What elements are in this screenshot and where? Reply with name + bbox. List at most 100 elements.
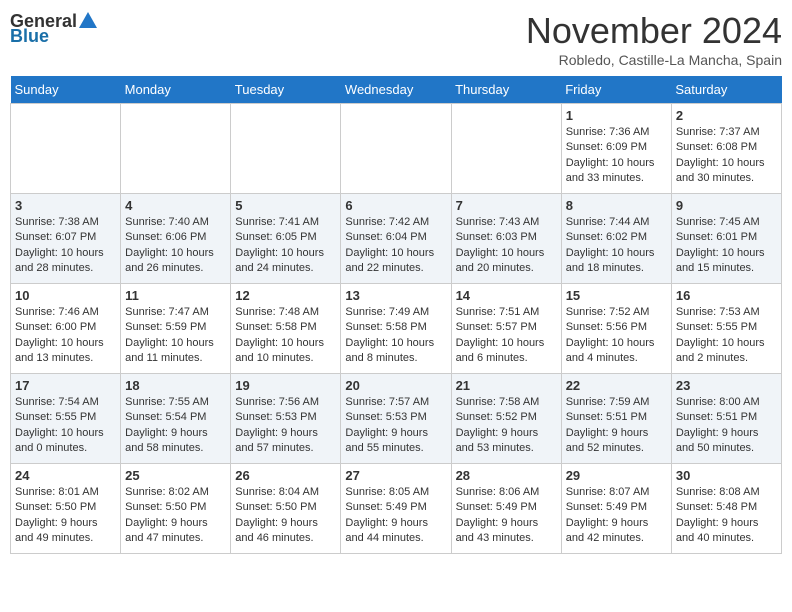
day-info: Sunrise: 8:08 AM Sunset: 5:48 PM Dayligh… [676,485,777,547]
day-info: Sunrise: 8:05 AM Sunset: 5:49 PM Dayligh… [345,485,446,547]
day-info: Sunrise: 7:38 AM Sunset: 6:07 PM Dayligh… [15,215,116,277]
day-info: Sunrise: 8:04 AM Sunset: 5:50 PM Dayligh… [235,485,336,547]
day-info: Sunrise: 7:49 AM Sunset: 5:58 PM Dayligh… [345,305,446,367]
table-row: 20 Sunrise: 7:57 AM Sunset: 5:53 PM Dayli… [341,374,451,464]
table-row: 12 Sunrise: 7:48 AM Sunset: 5:58 PM Dayli… [231,284,341,374]
calendar-week-row: 24Sunrise: 8:01 AM Sunset: 5:50 PM Dayli… [11,464,782,554]
day-number: 10 [15,288,116,303]
day-number: 6 [345,198,446,213]
day-info: Sunrise: 7:41 AM Sunset: 6:05 PM Dayligh… [235,215,336,277]
table-row: 26 Sunrise: 8:04 AM Sunset: 5:50 PM Dayli… [231,464,341,554]
day-info: Sunrise: 7:44 AM Sunset: 6:02 PM Dayligh… [566,215,667,277]
table-row: 6 Sunrise: 7:42 AM Sunset: 6:04 PM Daylig… [341,194,451,284]
day-number: 16 [676,288,777,303]
day-number: 5 [235,198,336,213]
day-info: Sunrise: 7:58 AM Sunset: 5:52 PM Dayligh… [456,395,557,457]
day-info: Sunrise: 7:43 AM Sunset: 6:03 PM Dayligh… [456,215,557,277]
table-row: 9Sunrise: 7:45 AM Sunset: 6:01 PM Daylig… [671,194,781,284]
page-header: General Blue November 2024 Robledo, Cast… [10,10,782,68]
table-row: 4Sunrise: 7:40 AM Sunset: 6:06 PM Daylig… [121,194,231,284]
day-number: 25 [125,468,226,483]
table-row: 24Sunrise: 8:01 AM Sunset: 5:50 PM Dayli… [11,464,121,554]
table-row: 30 Sunrise: 8:08 AM Sunset: 5:48 PM Dayli… [671,464,781,554]
header-thursday: Thursday [451,76,561,104]
table-row: 28 Sunrise: 8:06 AM Sunset: 5:49 PM Dayli… [451,464,561,554]
day-number: 17 [15,378,116,393]
calendar-week-row: 10 Sunrise: 7:46 AM Sunset: 6:00 PM Dayli… [11,284,782,374]
day-number: 21 [456,378,557,393]
calendar-week-row: 1Sunrise: 7:36 AM Sunset: 6:09 PM Daylig… [11,104,782,194]
day-number: 18 [125,378,226,393]
day-info: Sunrise: 7:48 AM Sunset: 5:58 PM Dayligh… [235,305,336,367]
table-row [341,104,451,194]
header-wednesday: Wednesday [341,76,451,104]
day-number: 2 [676,108,777,123]
day-info: Sunrise: 7:59 AM Sunset: 5:51 PM Dayligh… [566,395,667,457]
table-row [451,104,561,194]
logo: General Blue [10,10,99,47]
table-row: 22 Sunrise: 7:59 AM Sunset: 5:51 PM Dayli… [561,374,671,464]
day-number: 13 [345,288,446,303]
table-row: 16 Sunrise: 7:53 AM Sunset: 5:55 PM Dayli… [671,284,781,374]
table-row: 7 Sunrise: 7:43 AM Sunset: 6:03 PM Daylig… [451,194,561,284]
day-info: Sunrise: 7:40 AM Sunset: 6:06 PM Dayligh… [125,215,226,277]
day-number: 30 [676,468,777,483]
calendar-week-row: 3 Sunrise: 7:38 AM Sunset: 6:07 PM Daylig… [11,194,782,284]
header-friday: Friday [561,76,671,104]
day-info: Sunrise: 7:42 AM Sunset: 6:04 PM Dayligh… [345,215,446,277]
day-number: 8 [566,198,667,213]
table-row: 8 Sunrise: 7:44 AM Sunset: 6:02 PM Daylig… [561,194,671,284]
day-number: 26 [235,468,336,483]
day-info: Sunrise: 8:07 AM Sunset: 5:49 PM Dayligh… [566,485,667,547]
table-row: 18 Sunrise: 7:55 AM Sunset: 5:54 PM Dayli… [121,374,231,464]
table-row: 27 Sunrise: 8:05 AM Sunset: 5:49 PM Dayli… [341,464,451,554]
day-info: Sunrise: 7:45 AM Sunset: 6:01 PM Dayligh… [676,215,777,277]
day-number: 24 [15,468,116,483]
table-row: 15Sunrise: 7:52 AM Sunset: 5:56 PM Dayli… [561,284,671,374]
day-number: 15 [566,288,667,303]
header-tuesday: Tuesday [231,76,341,104]
location: Robledo, Castille-La Mancha, Spain [526,52,782,68]
table-row: 29 Sunrise: 8:07 AM Sunset: 5:49 PM Dayli… [561,464,671,554]
table-row: 3 Sunrise: 7:38 AM Sunset: 6:07 PM Daylig… [11,194,121,284]
day-info: Sunrise: 7:51 AM Sunset: 5:57 PM Dayligh… [456,305,557,367]
table-row: 10 Sunrise: 7:46 AM Sunset: 6:00 PM Dayli… [11,284,121,374]
day-number: 28 [456,468,557,483]
calendar-header-row: Sunday Monday Tuesday Wednesday Thursday… [11,76,782,104]
logo-icon [77,10,99,32]
day-info: Sunrise: 7:53 AM Sunset: 5:55 PM Dayligh… [676,305,777,367]
table-row: 1Sunrise: 7:36 AM Sunset: 6:09 PM Daylig… [561,104,671,194]
day-number: 11 [125,288,226,303]
day-number: 23 [676,378,777,393]
day-number: 7 [456,198,557,213]
table-row [121,104,231,194]
day-number: 22 [566,378,667,393]
day-info: Sunrise: 7:55 AM Sunset: 5:54 PM Dayligh… [125,395,226,457]
day-number: 29 [566,468,667,483]
table-row: 5 Sunrise: 7:41 AM Sunset: 6:05 PM Daylig… [231,194,341,284]
day-number: 19 [235,378,336,393]
table-row [231,104,341,194]
title-section: November 2024 Robledo, Castille-La Manch… [526,10,782,68]
day-info: Sunrise: 7:37 AM Sunset: 6:08 PM Dayligh… [676,125,777,187]
day-number: 20 [345,378,446,393]
day-number: 3 [15,198,116,213]
month-title: November 2024 [526,10,782,52]
day-info: Sunrise: 8:06 AM Sunset: 5:49 PM Dayligh… [456,485,557,547]
calendar-week-row: 17Sunrise: 7:54 AM Sunset: 5:55 PM Dayli… [11,374,782,464]
table-row [11,104,121,194]
table-row: 14Sunrise: 7:51 AM Sunset: 5:57 PM Dayli… [451,284,561,374]
day-number: 27 [345,468,446,483]
day-info: Sunrise: 7:46 AM Sunset: 6:00 PM Dayligh… [15,305,116,367]
day-number: 12 [235,288,336,303]
calendar-table: Sunday Monday Tuesday Wednesday Thursday… [10,76,782,554]
table-row: 21 Sunrise: 7:58 AM Sunset: 5:52 PM Dayli… [451,374,561,464]
table-row: 19Sunrise: 7:56 AM Sunset: 5:53 PM Dayli… [231,374,341,464]
table-row: 23 Sunrise: 8:00 AM Sunset: 5:51 PM Dayli… [671,374,781,464]
header-monday: Monday [121,76,231,104]
day-number: 1 [566,108,667,123]
day-info: Sunrise: 8:00 AM Sunset: 5:51 PM Dayligh… [676,395,777,457]
day-info: Sunrise: 7:57 AM Sunset: 5:53 PM Dayligh… [345,395,446,457]
header-saturday: Saturday [671,76,781,104]
table-row: 17Sunrise: 7:54 AM Sunset: 5:55 PM Dayli… [11,374,121,464]
